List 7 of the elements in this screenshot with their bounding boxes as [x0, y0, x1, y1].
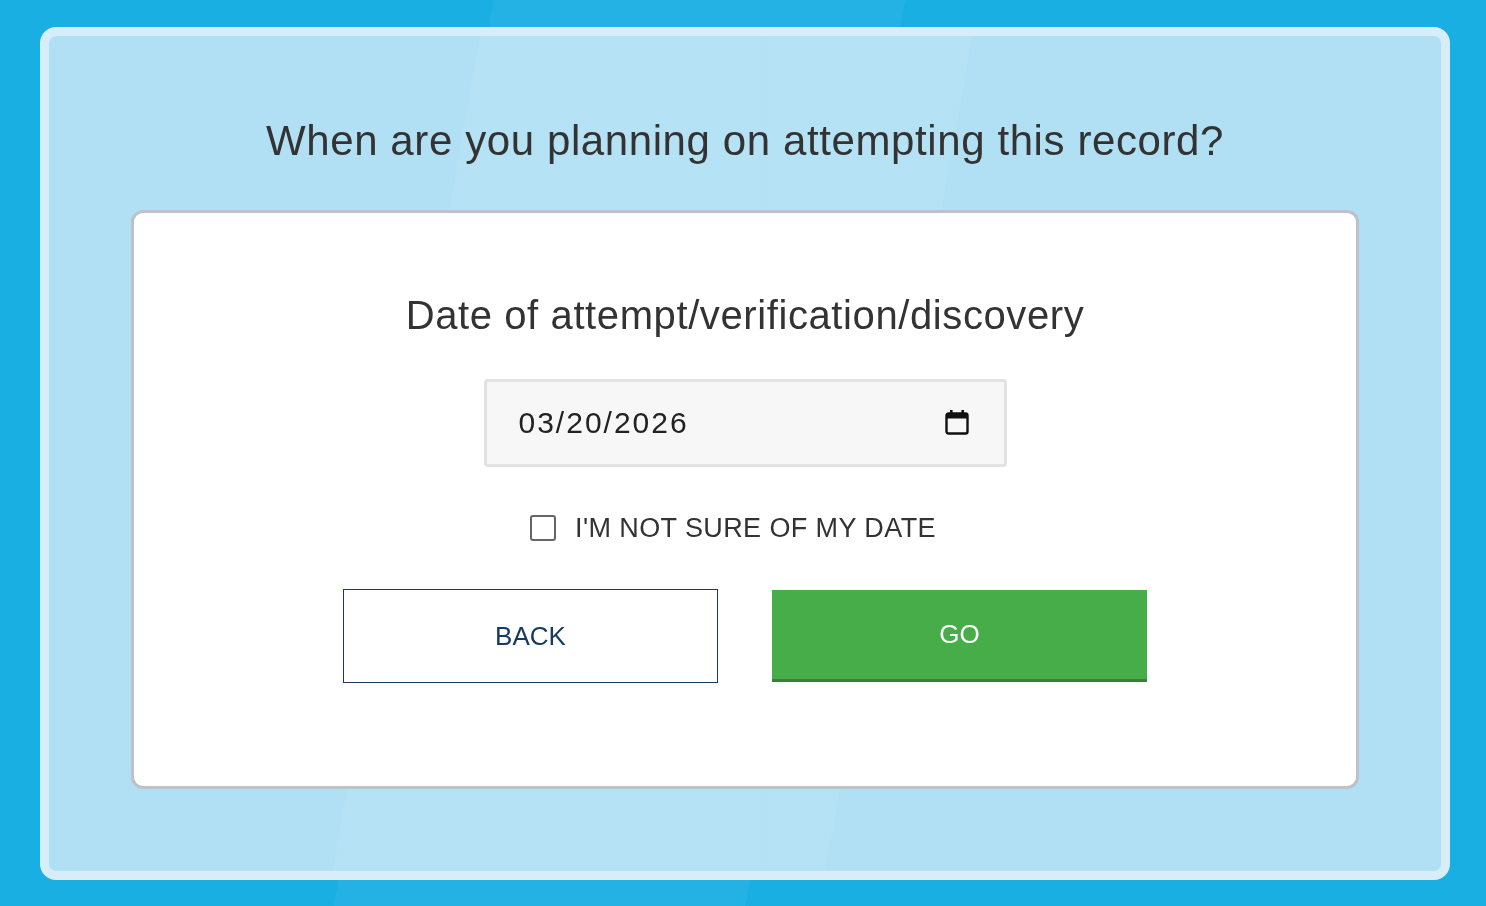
- question-title: When are you planning on attempting this record?: [266, 117, 1224, 165]
- date-field[interactable]: 03/20/2026: [483, 379, 1007, 467]
- date-label: Date of attempt/verification/discovery: [405, 292, 1085, 338]
- checkbox[interactable]: [530, 515, 557, 541]
- back-button[interactable]: BACK: [343, 589, 718, 683]
- calendar-icon[interactable]: [944, 410, 969, 435]
- checkbox-label[interactable]: I'M NOT SURE OF MY DATE: [575, 512, 936, 544]
